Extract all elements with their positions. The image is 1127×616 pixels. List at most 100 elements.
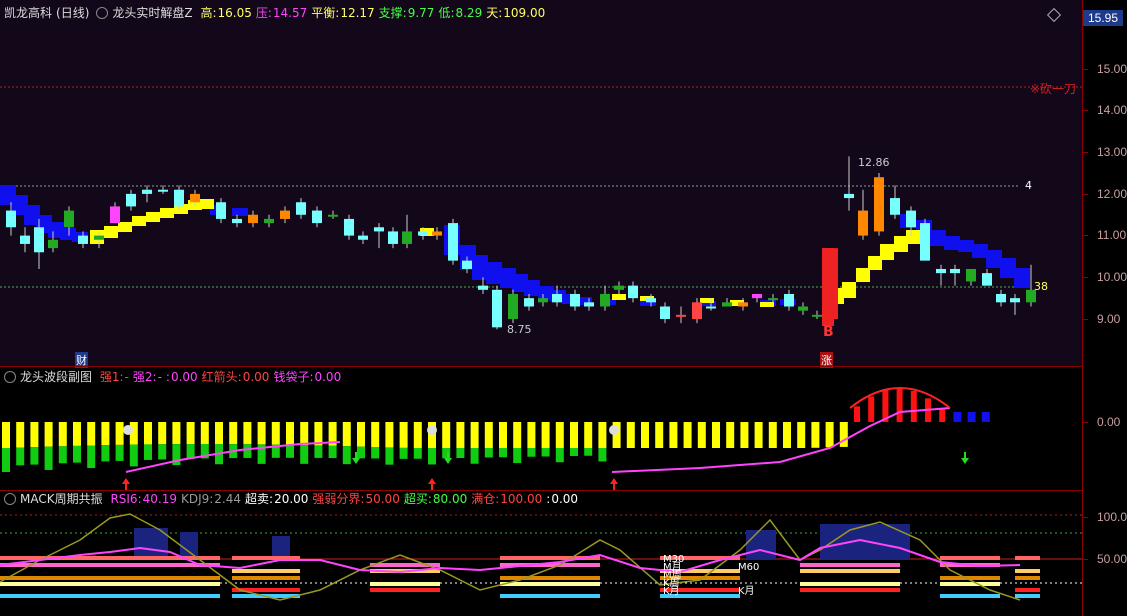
green-bar <box>144 444 152 460</box>
cycle-band <box>1015 556 1040 560</box>
candle-body <box>20 235 30 244</box>
cycle-band <box>940 594 1000 598</box>
main-axis-tick <box>1083 277 1088 278</box>
yellow-bar <box>712 422 720 448</box>
yellow-bar <box>101 422 110 446</box>
blue-bar <box>967 412 976 422</box>
yellow-bar <box>200 422 209 445</box>
green-bar <box>385 447 394 465</box>
yellow-band-seg <box>160 208 174 218</box>
green-bar <box>158 444 167 460</box>
candle-body <box>798 306 808 311</box>
candle-body <box>374 227 384 232</box>
cycle-band <box>1015 594 1040 598</box>
candle-body <box>478 285 488 290</box>
main-axis-tick <box>1083 194 1088 195</box>
yellow-bar <box>527 422 536 448</box>
green-bar <box>413 448 422 459</box>
yellow-band-seg <box>132 216 146 226</box>
candle-body <box>936 268 946 274</box>
panel-divider-1[interactable] <box>0 366 1082 367</box>
yellow-band-seg <box>906 230 920 244</box>
resonance-subchart[interactable] <box>0 490 1082 616</box>
main-axis-label: 10.00 <box>1097 270 1127 284</box>
green-bar <box>328 445 337 459</box>
green-bar <box>16 447 25 466</box>
candle-body <box>248 214 258 224</box>
green-bar <box>357 446 365 459</box>
yellow-bar <box>243 422 252 445</box>
candle-body <box>552 293 562 303</box>
green-bar <box>555 448 564 463</box>
cycle-label-4: K月 <box>663 586 680 597</box>
yellow-band-seg <box>118 222 132 232</box>
blue-band-seg <box>524 280 540 296</box>
yellow-bar <box>626 422 635 448</box>
green-bar <box>570 448 578 456</box>
axis-separator <box>1082 0 1083 616</box>
green-bar <box>186 444 195 459</box>
green-arrow-icon <box>961 452 969 464</box>
yellow-bar <box>655 422 664 448</box>
candle-body <box>142 189 152 194</box>
cycle-band <box>1015 588 1040 592</box>
yellow-bar <box>385 422 394 448</box>
yellow-bar <box>598 422 607 448</box>
candle-body <box>966 268 976 282</box>
candle-body <box>996 293 1006 303</box>
green-bar <box>314 445 323 458</box>
yellow-band-seg <box>880 244 894 260</box>
yellow-bar <box>144 422 152 445</box>
marker-4: 4 <box>1025 179 1032 192</box>
yellow-bar <box>58 422 67 447</box>
green-bar <box>598 448 607 462</box>
wave-subchart[interactable] <box>0 368 1082 490</box>
sub1-axis-label: 0.00 <box>1097 415 1121 429</box>
cycle-band <box>500 582 600 586</box>
cut-label: ※砍一刀 <box>1030 82 1077 96</box>
green-bar <box>541 448 550 457</box>
cycle-band <box>0 576 220 580</box>
yellow-bar <box>44 422 53 447</box>
cycle-band <box>1015 576 1040 580</box>
candle-body <box>34 227 44 253</box>
yellow-bar <box>697 422 706 448</box>
red-bar <box>868 396 875 422</box>
yellow-bar <box>754 422 763 448</box>
cycle-band <box>232 569 300 573</box>
resonance-block <box>746 530 776 560</box>
main-axis-label: 15.00 <box>1097 62 1127 76</box>
main-axis-tick <box>1083 69 1088 70</box>
low-mark: 8.75 <box>507 323 532 336</box>
candle-body <box>722 302 732 307</box>
sub2-axis-label: 50.00 <box>1097 552 1127 566</box>
yellow-bar <box>456 422 465 448</box>
main-axis-tick <box>1083 319 1088 320</box>
cycle-band <box>940 556 1000 560</box>
green-bar <box>30 447 39 465</box>
candle-body <box>646 298 656 303</box>
blue-band-seg <box>930 230 946 246</box>
yellow-bar <box>115 422 124 445</box>
green-bar <box>44 446 53 470</box>
green-bar <box>73 445 81 463</box>
green-bar <box>513 448 522 463</box>
candle-body <box>890 198 900 215</box>
yellow-bar <box>797 422 806 448</box>
candle-body <box>48 239 58 249</box>
red-bar <box>854 406 860 422</box>
candle-body <box>388 231 398 244</box>
cycle-band <box>0 582 220 586</box>
candle-body <box>768 298 778 301</box>
yellow-band-seg <box>700 298 714 303</box>
blue-band-seg <box>958 240 974 252</box>
candle-body <box>920 223 930 261</box>
green-bar <box>428 448 436 465</box>
red-arrow-icon <box>122 478 130 490</box>
green-bar <box>286 444 294 458</box>
candle-body <box>78 235 88 244</box>
marker-38: 38 <box>1034 280 1048 293</box>
yellow-bar <box>300 422 309 446</box>
green-bar <box>527 448 536 457</box>
candlestick-chart[interactable] <box>0 0 1082 366</box>
